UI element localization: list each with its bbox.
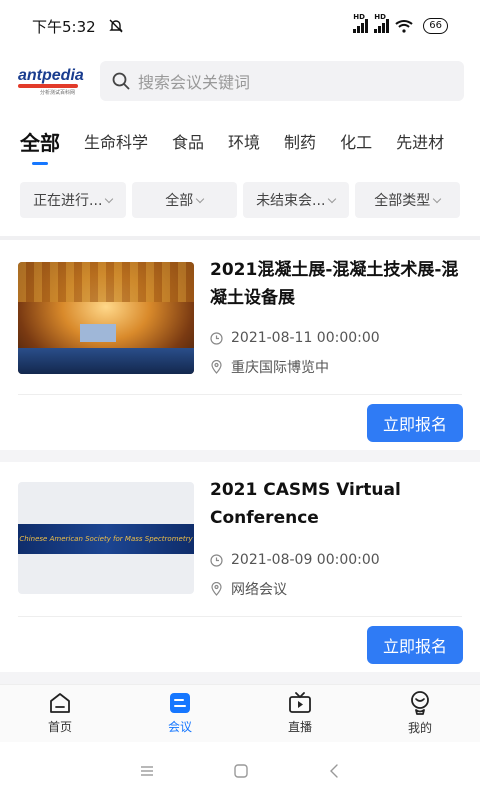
nav-live[interactable]: 直播 — [240, 685, 360, 742]
type-filter[interactable]: 全部类型 — [354, 182, 460, 218]
clock-icon — [210, 331, 223, 345]
conference-title[interactable]: 2021混凝土展-混凝土技术展-混凝土设备展 — [210, 256, 466, 312]
system-nav-bar — [0, 742, 480, 800]
register-button[interactable]: 立即报名 — [367, 404, 463, 442]
header: antpedia 分析测试百科网 搜索会议关键词 — [0, 58, 480, 104]
back-icon[interactable] — [327, 763, 341, 779]
conference-date: 2021-08-11 00:00:00 — [210, 330, 380, 346]
tab-all[interactable]: 全部 — [20, 126, 60, 165]
conference-title[interactable]: 2021 CASMS Virtual Conference — [210, 476, 466, 532]
clock-icon — [210, 553, 223, 567]
location-pin-icon — [211, 582, 222, 596]
tab-pharma[interactable]: 制药 — [284, 126, 316, 160]
bottom-nav: 首页 会议 直播 我的 — [0, 684, 480, 742]
wifi-icon — [395, 20, 413, 33]
profile-icon — [411, 691, 429, 715]
card-gap — [0, 672, 480, 684]
home-icon — [50, 693, 70, 713]
antpedia-logo[interactable]: antpedia 分析测试百科网 — [18, 64, 84, 98]
nav-meetings[interactable]: 会议 — [120, 685, 240, 742]
status-time: 下午5:32 — [32, 17, 96, 36]
card-divider — [18, 394, 462, 395]
home-square-icon[interactable] — [233, 763, 249, 779]
conference-location: 重庆国际博览中 — [210, 357, 329, 377]
tab-chemical[interactable]: 化工 — [340, 126, 372, 160]
search-input[interactable]: 搜索会议关键词 — [100, 61, 464, 101]
search-placeholder: 搜索会议关键词 — [138, 73, 251, 92]
card-divider — [18, 616, 462, 617]
nav-home[interactable]: 首页 — [0, 685, 120, 742]
battery-indicator: 66 — [423, 18, 448, 34]
nav-profile[interactable]: 我的 — [360, 685, 480, 742]
mute-bell-icon — [108, 19, 123, 33]
status-bar: 下午5:32 HD HD 66 — [0, 0, 480, 52]
chevron-down-icon — [433, 194, 442, 203]
tab-environment[interactable]: 环境 — [228, 126, 260, 160]
tab-food[interactable]: 食品 — [172, 126, 204, 160]
tab-advanced-materials[interactable]: 先进材 — [396, 126, 444, 160]
status-filter[interactable]: 正在进行... — [20, 182, 126, 218]
location-pin-icon — [211, 360, 222, 374]
card-gap — [0, 450, 480, 462]
chevron-down-icon — [105, 194, 114, 203]
conference-card[interactable]: 2021混凝土展-混凝土技术展-混凝土设备展 2021-08-11 00:00:… — [0, 240, 480, 450]
conference-thumbnail[interactable]: Chinese American Society for Mass Spectr… — [18, 482, 194, 594]
meeting-icon — [170, 693, 190, 713]
register-button[interactable]: 立即报名 — [367, 626, 463, 664]
time-filter[interactable]: 未结束会... — [243, 182, 349, 218]
thumbnail-banner-text: Chinese American Society for Mass Spectr… — [19, 535, 193, 543]
signal-icon: HD — [353, 13, 369, 33]
signal-icon: HD — [374, 13, 390, 33]
conference-card[interactable]: Chinese American Society for Mass Spectr… — [0, 462, 480, 672]
live-tv-icon — [289, 692, 311, 713]
conference-location: 网络会议 — [210, 579, 287, 599]
chevron-down-icon — [328, 194, 337, 203]
chevron-down-icon — [196, 194, 205, 203]
tab-life-science[interactable]: 生命科学 — [84, 126, 148, 160]
conference-thumbnail[interactable] — [18, 262, 194, 374]
scope-filter[interactable]: 全部 — [131, 182, 237, 218]
conference-date: 2021-08-09 00:00:00 — [210, 552, 380, 568]
menu-icon[interactable] — [139, 764, 155, 778]
category-tabs: 全部 生命科学 食品 环境 制药 化工 先进材 — [0, 126, 480, 166]
search-icon — [112, 72, 130, 90]
filter-bar: 正在进行... 全部 未结束会... 全部类型 — [20, 182, 460, 218]
